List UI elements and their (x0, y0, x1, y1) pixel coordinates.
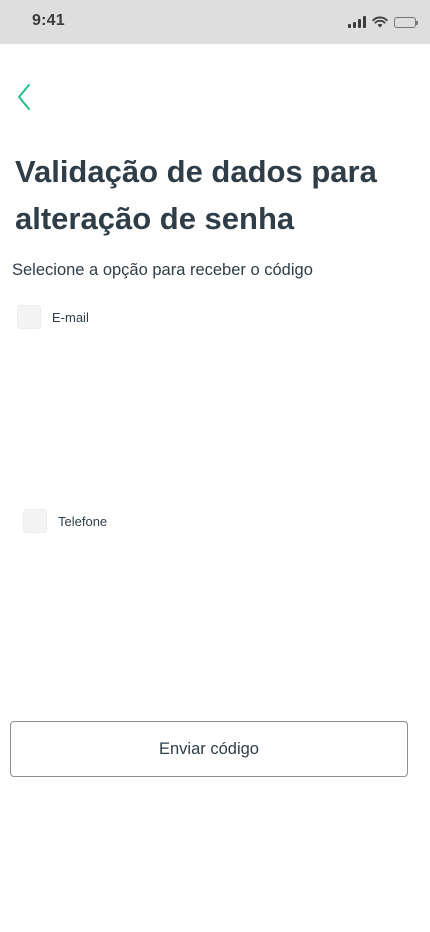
status-bar: 9:41 (0, 0, 430, 44)
back-button[interactable] (12, 82, 38, 112)
signal-icon (348, 16, 366, 28)
status-time: 9:41 (32, 12, 65, 29)
battery-icon (394, 16, 418, 28)
subtitle: Selecione a opção para receber o código (12, 261, 313, 279)
phone-option[interactable]: Telefone (23, 509, 107, 533)
status-icons (348, 14, 418, 30)
phone-option-label: Telefone (58, 513, 108, 529)
chevron-left-icon (18, 84, 30, 110)
email-option[interactable]: E-mail (17, 305, 89, 329)
wifi-icon (372, 16, 388, 28)
page-title: Validação de dados para alteração de sen… (15, 154, 377, 236)
email-option-label: E-mail (52, 309, 89, 325)
email-checkbox[interactable] (17, 305, 41, 329)
send-code-button[interactable]: Enviar código (10, 721, 408, 777)
phone-checkbox[interactable] (23, 509, 47, 533)
